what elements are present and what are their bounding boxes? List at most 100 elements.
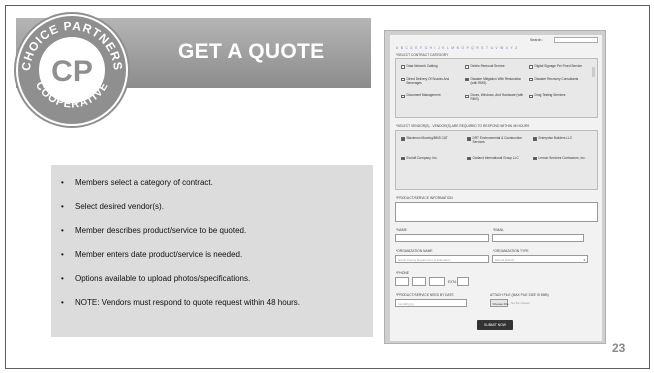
quote-form-screenshot: Search : ABCDEFGHIJKLMNOPQRSTUVWXYZ *SEL… xyxy=(384,30,606,344)
phone-prefix-input[interactable] xyxy=(412,277,426,286)
no-file-text: No file chosen xyxy=(511,301,531,305)
chevron-down-icon: ▾ xyxy=(583,257,585,262)
category-checkbox[interactable] xyxy=(465,94,469,99)
category-list: Data Network Cabling Debris Removal Servi… xyxy=(395,58,598,118)
alphabet-letter[interactable]: M xyxy=(451,46,454,50)
phone-line-input[interactable] xyxy=(429,277,445,286)
alphabet-letter[interactable]: A xyxy=(396,46,398,50)
alphabet-letter[interactable]: K xyxy=(442,46,444,50)
email-input[interactable] xyxy=(492,234,584,242)
category-checkbox[interactable] xyxy=(465,77,469,82)
vendor-label: Ecoloft Company, Inc. xyxy=(406,155,438,160)
category-label: Debris Removal Service xyxy=(470,64,505,68)
vendor-label: Lemon Services Contractors, Inc. xyxy=(538,155,586,160)
name-input[interactable] xyxy=(395,234,489,242)
choose-file-button[interactable]: Choose File xyxy=(490,299,509,307)
category-item[interactable]: Disaster Recovery Consultants xyxy=(529,77,589,86)
bullet-item: Members select a category of contract. xyxy=(61,177,366,189)
organization-label: *ORGANIZATION NAME xyxy=(396,249,433,253)
search-input[interactable] xyxy=(554,37,598,43)
alphabet-letter[interactable]: B xyxy=(401,46,403,50)
vendor-label: Blackmon Mooring/BMS CAT xyxy=(406,136,448,140)
vendor-item[interactable]: DRT Environmental & Construction Service… xyxy=(467,136,529,145)
category-checkbox[interactable] xyxy=(465,65,469,69)
alphabet-letter[interactable]: C xyxy=(405,46,407,50)
slide-title: GET A QUOTE xyxy=(178,40,325,63)
vendor-checkbox[interactable] xyxy=(467,137,471,141)
alphabet-letter[interactable]: H xyxy=(430,46,432,50)
vendor-label: DRT Environmental & Construction Service… xyxy=(472,136,523,144)
phone-label: *PHONE xyxy=(396,271,410,275)
scrollbar[interactable] xyxy=(592,67,595,77)
alphabet-letter[interactable]: V xyxy=(495,46,497,50)
vendor-label: Enterprise Builders LLC xyxy=(538,136,573,140)
organization-hint: Harris County Department of Education xyxy=(398,258,451,262)
alphabet-letter[interactable]: G xyxy=(425,46,427,50)
vendor-checkbox[interactable] xyxy=(467,156,471,161)
bullet-list: Members select a category of contract. S… xyxy=(61,177,366,321)
vendor-item[interactable]: Ecoloft Company, Inc. xyxy=(401,155,463,161)
vendor-checkbox[interactable] xyxy=(401,156,405,161)
vendor-checkbox[interactable] xyxy=(533,156,537,161)
org-type-select[interactable]: School District ▾ xyxy=(492,255,588,263)
alphabet-letter[interactable]: O xyxy=(461,46,463,50)
vendor-checkbox[interactable] xyxy=(533,137,537,141)
bullet-item: Member enters date product/service is ne… xyxy=(61,249,366,261)
description-textarea[interactable] xyxy=(395,202,598,222)
ext-label: EXT# xyxy=(448,280,457,284)
alphabet-letter[interactable]: D xyxy=(410,46,412,50)
category-item[interactable]: Drug Testing Services xyxy=(529,94,589,102)
alphabet-letter[interactable]: J xyxy=(438,46,440,50)
alphabet-letter[interactable]: P xyxy=(467,46,469,50)
vendor-label: Garland International Group LLC xyxy=(472,155,519,160)
category-item[interactable]: Document Management xyxy=(401,94,461,102)
category-item[interactable]: Direct Delivery Of Snacks And Beverages xyxy=(401,76,461,86)
alphabet-letter[interactable]: T xyxy=(486,46,488,50)
alphabet-letter[interactable]: R xyxy=(476,46,478,50)
category-checkbox[interactable] xyxy=(529,77,533,82)
alphabet-letter[interactable]: N xyxy=(457,46,459,50)
category-label: Data Network Cabling xyxy=(406,64,438,68)
alphabet-letter[interactable]: X xyxy=(506,46,508,50)
date-input[interactable]: mm/dd/yyyy xyxy=(395,299,467,307)
submit-button[interactable]: SUBMIT NOW xyxy=(477,320,513,330)
vendor-list: Blackmon Mooring/BMS CAT DRT Environmenta… xyxy=(395,130,598,190)
vendor-item[interactable]: Enterprise Builders LLC xyxy=(533,136,595,145)
name-label: *NAME xyxy=(396,228,407,232)
category-item[interactable]: Data Network Cabling xyxy=(401,64,461,69)
alphabet-letter[interactable]: Z xyxy=(515,46,517,50)
category-label: Disaster Mitigation With Restoration (wi… xyxy=(470,76,522,85)
alphabet-letter[interactable]: F xyxy=(420,46,422,50)
page-number: 23 xyxy=(612,341,626,355)
category-item[interactable]: Debris Removal Service xyxy=(465,64,525,69)
date-value: mm/dd/yyyy xyxy=(398,302,415,306)
category-checkbox[interactable] xyxy=(529,94,533,99)
category-item[interactable]: Digital Signage Per Fixed Service xyxy=(529,64,589,69)
alphabet-letter[interactable]: U xyxy=(491,46,493,50)
choice-partners-logo: CHOICE PARTNERS COOPERATIVE CP xyxy=(14,12,130,128)
phone-area-input[interactable] xyxy=(395,277,409,286)
alphabet-letter[interactable]: L xyxy=(447,46,449,50)
alphabet-letter[interactable]: Q xyxy=(471,46,473,50)
category-item[interactable]: Doors, Windows, And Hardware (with RMS) xyxy=(465,94,525,102)
category-checkbox[interactable] xyxy=(401,94,405,99)
org-type-value: School District xyxy=(495,258,515,262)
category-checkbox[interactable] xyxy=(401,77,405,82)
category-label: Direct Delivery Of Snacks And Beverages xyxy=(406,76,450,85)
category-checkbox[interactable] xyxy=(401,65,405,69)
ext-input[interactable] xyxy=(457,277,469,286)
bullet-box: Members select a category of contract. S… xyxy=(51,165,373,337)
alphabet-letter[interactable]: S xyxy=(481,46,483,50)
category-item[interactable]: Disaster Mitigation With Restoration (wi… xyxy=(465,76,525,86)
alphabet-letter[interactable]: I xyxy=(435,46,436,50)
vendor-item[interactable]: Lemon Services Contractors, Inc. xyxy=(533,155,595,161)
vendor-checkbox[interactable] xyxy=(401,137,405,141)
vendor-item[interactable]: Blackmon Mooring/BMS CAT xyxy=(401,136,463,145)
alphabet-letter[interactable]: Y xyxy=(511,46,513,50)
vendor-item[interactable]: Garland International Group LLC xyxy=(467,155,529,161)
alphabet-letter[interactable]: E xyxy=(415,46,417,50)
date-label: *PRODUCT/SERVICE NEED BY DATE xyxy=(396,293,454,297)
organization-input[interactable]: Harris County Department of Education xyxy=(395,255,489,263)
alphabet-letter[interactable]: W xyxy=(500,46,503,50)
category-checkbox[interactable] xyxy=(529,65,533,69)
